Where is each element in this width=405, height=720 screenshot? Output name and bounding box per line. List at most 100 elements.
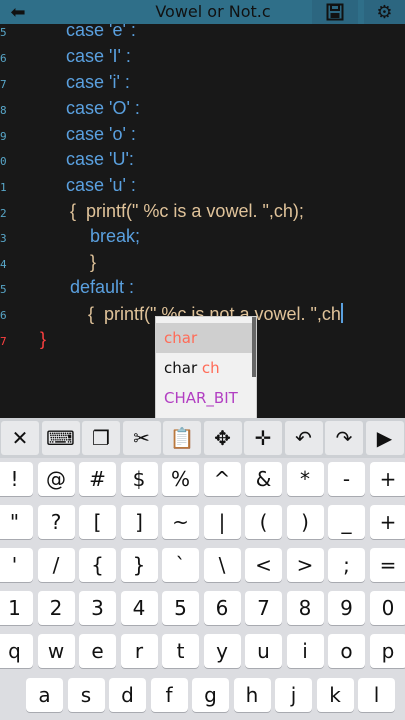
key[interactable]: i <box>286 634 324 668</box>
key[interactable]: o <box>328 634 365 668</box>
key[interactable]: = <box>369 548 405 582</box>
key[interactable]: g <box>192 678 229 712</box>
code-line[interactable]: { printf(" %c is a vowel. ",ch); <box>70 201 304 222</box>
key[interactable]: w <box>37 634 75 668</box>
undo-button[interactable]: ↶ <box>284 421 323 455</box>
key[interactable]: ~ <box>162 505 199 539</box>
redo-button[interactable]: ↷ <box>325 421 363 455</box>
key[interactable]: 0 <box>369 591 405 625</box>
code-line[interactable]: case 'U': <box>66 149 134 170</box>
key[interactable]: j <box>275 678 312 712</box>
key[interactable]: t <box>162 634 199 668</box>
line-number: 3 <box>0 232 7 245</box>
key[interactable]: s <box>67 678 105 712</box>
key[interactable]: ? <box>37 505 75 539</box>
key[interactable]: ( <box>245 505 282 539</box>
save-button[interactable] <box>312 0 358 24</box>
key[interactable]: p <box>369 634 405 668</box>
key[interactable]: & <box>245 462 282 496</box>
key[interactable]: 1 <box>0 591 33 625</box>
code-line[interactable]: case 'u' : <box>66 175 136 196</box>
cut-button[interactable]: ✂ <box>122 421 161 455</box>
key[interactable]: ^ <box>203 462 241 496</box>
settings-button[interactable]: ⚙ <box>364 0 405 24</box>
autocomplete-item[interactable]: CHAR_BIT <box>156 383 252 413</box>
key[interactable]: 5 <box>162 591 199 625</box>
key[interactable]: a <box>26 678 63 712</box>
key[interactable]: - <box>328 462 365 496</box>
key[interactable]: e <box>79 634 116 668</box>
key[interactable]: | <box>203 505 241 539</box>
key[interactable]: + <box>369 462 405 496</box>
key[interactable]: r <box>120 634 158 668</box>
key[interactable]: 7 <box>245 591 282 625</box>
keyboard-button[interactable]: ⌨ <box>41 421 80 455</box>
key[interactable]: k <box>316 678 354 712</box>
paste-button[interactable]: 📋 <box>163 421 201 455</box>
key[interactable]: [ <box>79 505 116 539</box>
line-number: 7 <box>0 335 7 348</box>
key[interactable]: l <box>358 678 395 712</box>
move-cursor-icon: ✥ <box>214 426 231 450</box>
code-line[interactable]: break; <box>90 226 140 247</box>
code-line[interactable]: default : <box>70 277 134 298</box>
autocomplete-popup: char char ch CHAR_BIT <box>155 316 257 420</box>
key[interactable]: 3 <box>79 591 116 625</box>
move-cursor-button[interactable]: ✥ <box>203 421 242 455</box>
key[interactable]: 6 <box>203 591 241 625</box>
key[interactable]: < <box>245 548 282 582</box>
redo-icon: ↷ <box>335 426 353 450</box>
key[interactable]: @ <box>37 462 75 496</box>
line-number: 2 <box>0 207 7 220</box>
key[interactable]: + <box>369 505 405 539</box>
key[interactable]: _ <box>328 505 365 539</box>
text-cursor <box>340 303 343 323</box>
key[interactable]: q <box>0 634 33 668</box>
code-line[interactable]: } <box>40 329 46 350</box>
key[interactable]: 4 <box>120 591 158 625</box>
key[interactable]: ! <box>0 462 33 496</box>
key[interactable]: ; <box>328 548 365 582</box>
key[interactable]: # <box>79 462 116 496</box>
code-line[interactable]: case 'o' : <box>66 124 136 145</box>
copy-button[interactable]: ❐ <box>82 421 120 455</box>
key[interactable]: { <box>79 548 116 582</box>
key[interactable]: ] <box>120 505 158 539</box>
key[interactable]: % <box>162 462 199 496</box>
key[interactable]: > <box>286 548 324 582</box>
key[interactable]: \ <box>203 548 241 582</box>
key[interactable]: } <box>120 548 158 582</box>
keyboard-icon: ⌨ <box>46 426 75 450</box>
key[interactable]: f <box>150 678 188 712</box>
key[interactable]: $ <box>120 462 158 496</box>
floppy-disk-icon <box>326 3 344 21</box>
select-button[interactable]: ✛ <box>244 421 282 455</box>
key[interactable]: " <box>0 505 33 539</box>
key[interactable]: d <box>109 678 146 712</box>
key[interactable]: 2 <box>37 591 75 625</box>
clear-button[interactable]: ✕ <box>1 421 39 455</box>
soft-keyboard: ✕ ⌨ ❐ ✂ 📋 ✥ ✛ ↶ ↷ ▶ ! @ # $% ^ & * - + "?[] ~ |() _ + ' /{} ` \ < >;… <box>0 418 405 720</box>
autocomplete-item[interactable]: char <box>156 323 252 353</box>
key[interactable]: 8 <box>286 591 324 625</box>
run-button[interactable]: ▶ <box>365 421 404 455</box>
line-number: 5 <box>0 283 7 296</box>
key[interactable]: / <box>37 548 75 582</box>
key[interactable]: h <box>233 678 271 712</box>
autocomplete-scrollbar[interactable] <box>252 317 256 377</box>
code-line[interactable]: case 'I' : <box>66 46 131 67</box>
back-button[interactable]: ⬅ <box>0 0 36 24</box>
code-line[interactable]: case 'e' : <box>66 24 136 41</box>
code-line[interactable]: case 'i' : <box>66 72 130 93</box>
key[interactable]: u <box>245 634 282 668</box>
key[interactable]: ) <box>286 505 324 539</box>
line-number: 5 <box>0 26 7 39</box>
key[interactable]: 9 <box>328 591 365 625</box>
key[interactable]: ` <box>162 548 199 582</box>
key[interactable]: * <box>286 462 324 496</box>
code-line[interactable]: case 'O' : <box>66 98 140 119</box>
key[interactable]: ' <box>0 548 33 582</box>
autocomplete-item[interactable]: char ch <box>156 353 252 383</box>
key[interactable]: y <box>203 634 241 668</box>
code-line[interactable]: } <box>90 252 96 273</box>
